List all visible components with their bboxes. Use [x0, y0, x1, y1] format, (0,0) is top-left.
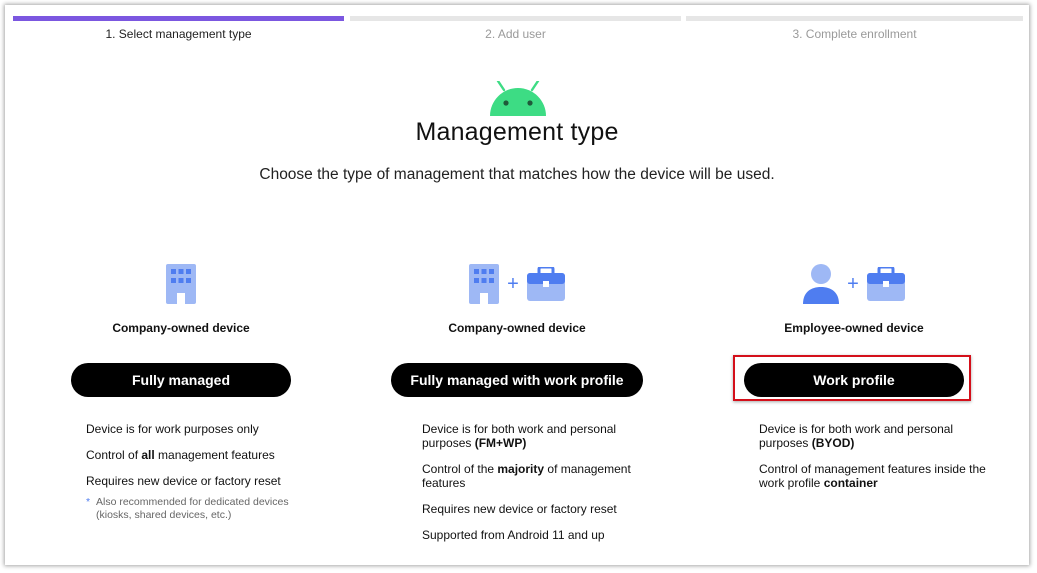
asterisk-icon: * — [86, 496, 91, 508]
briefcase-icon — [866, 267, 905, 301]
description-emphasis: all — [141, 448, 155, 462]
description-line: Requires new device or factory reset — [422, 502, 657, 516]
step-progress-bar — [686, 16, 1023, 21]
footnote: * Also recommended for dedicated devices … — [86, 496, 321, 522]
option-work-profile: + Employee-owned device Work profile Dev… — [694, 261, 1014, 502]
option-description: Device is for both work and personal pur… — [357, 422, 677, 542]
description-text: Device is for work purposes only — [86, 422, 259, 436]
option-icons: + — [357, 261, 677, 307]
description-text: Control of — [86, 448, 142, 462]
description-line: Device is for both work and personal pur… — [422, 422, 657, 450]
step-progress-bar — [13, 16, 344, 21]
description-emphasis: container — [823, 476, 878, 490]
description-line: Device is for work purposes only — [86, 422, 321, 436]
device-ownership-label: Company-owned device — [448, 321, 586, 335]
option-icons — [21, 261, 341, 307]
description-line: Control of the majority of management fe… — [422, 462, 657, 490]
footnote-text: Also recommended for dedicated devices (… — [96, 496, 289, 521]
description-emphasis: majority — [497, 462, 545, 476]
building-icon — [469, 264, 500, 304]
enrollment-window: 1. Select management type 2. Add user 3.… — [5, 5, 1029, 565]
fully-managed-with-work-profile-button[interactable]: Fully managed with work profile — [391, 363, 643, 397]
description-text: Requires new device or factory reset — [422, 502, 617, 516]
description-line: Control of management features inside th… — [759, 462, 994, 490]
option-fully-managed-work-profile: + Company-owned device Fully managed wit… — [357, 261, 677, 554]
option-description: Device is for both work and personal pur… — [694, 422, 1014, 490]
description-emphasis: (FM+WP) — [474, 436, 527, 450]
android-icon — [490, 81, 546, 116]
description-emphasis: (BYOD) — [811, 436, 855, 450]
description-line: Control of all management features — [86, 448, 321, 462]
person-icon — [803, 264, 840, 304]
page-title: Management type — [415, 118, 619, 146]
device-ownership-label: Company-owned device — [112, 321, 250, 335]
description-text: management features — [154, 448, 275, 462]
step-label: 2. Add user — [485, 27, 546, 41]
option-fully-managed: Company-owned device Fully managed Devic… — [21, 261, 341, 522]
description-line: Requires new device or factory reset — [86, 474, 321, 488]
step-complete-enrollment[interactable]: 3. Complete enrollment — [686, 16, 1023, 46]
step-add-user[interactable]: 2. Add user — [350, 16, 681, 46]
description-text: Supported from Android 11 and up — [422, 528, 605, 542]
device-ownership-label: Employee-owned device — [784, 321, 924, 335]
step-label: 3. Complete enrollment — [792, 27, 917, 41]
plus-icon: + — [847, 273, 859, 295]
page-subtitle: Choose the type of management that match… — [259, 166, 775, 183]
description-line: Supported from Android 11 and up — [422, 528, 657, 542]
description-line: Device is for both work and personal pur… — [759, 422, 994, 450]
option-description: Device is for work purposes only Control … — [21, 422, 341, 522]
stepper: 1. Select management type 2. Add user 3.… — [5, 5, 1029, 45]
briefcase-icon — [526, 267, 565, 301]
description-text: Control of the — [422, 462, 498, 476]
description-text: Requires new device or factory reset — [86, 474, 281, 488]
selection-highlight — [733, 355, 971, 401]
description-text: Device is for both work and personal pur… — [759, 422, 954, 450]
plus-icon: + — [507, 273, 519, 295]
building-icon — [166, 264, 196, 304]
step-progress-bar — [350, 16, 681, 21]
option-icons: + — [694, 261, 1014, 307]
fully-managed-button[interactable]: Fully managed — [71, 363, 291, 397]
step-select-management-type[interactable]: 1. Select management type — [13, 16, 344, 46]
step-label: 1. Select management type — [105, 27, 252, 41]
